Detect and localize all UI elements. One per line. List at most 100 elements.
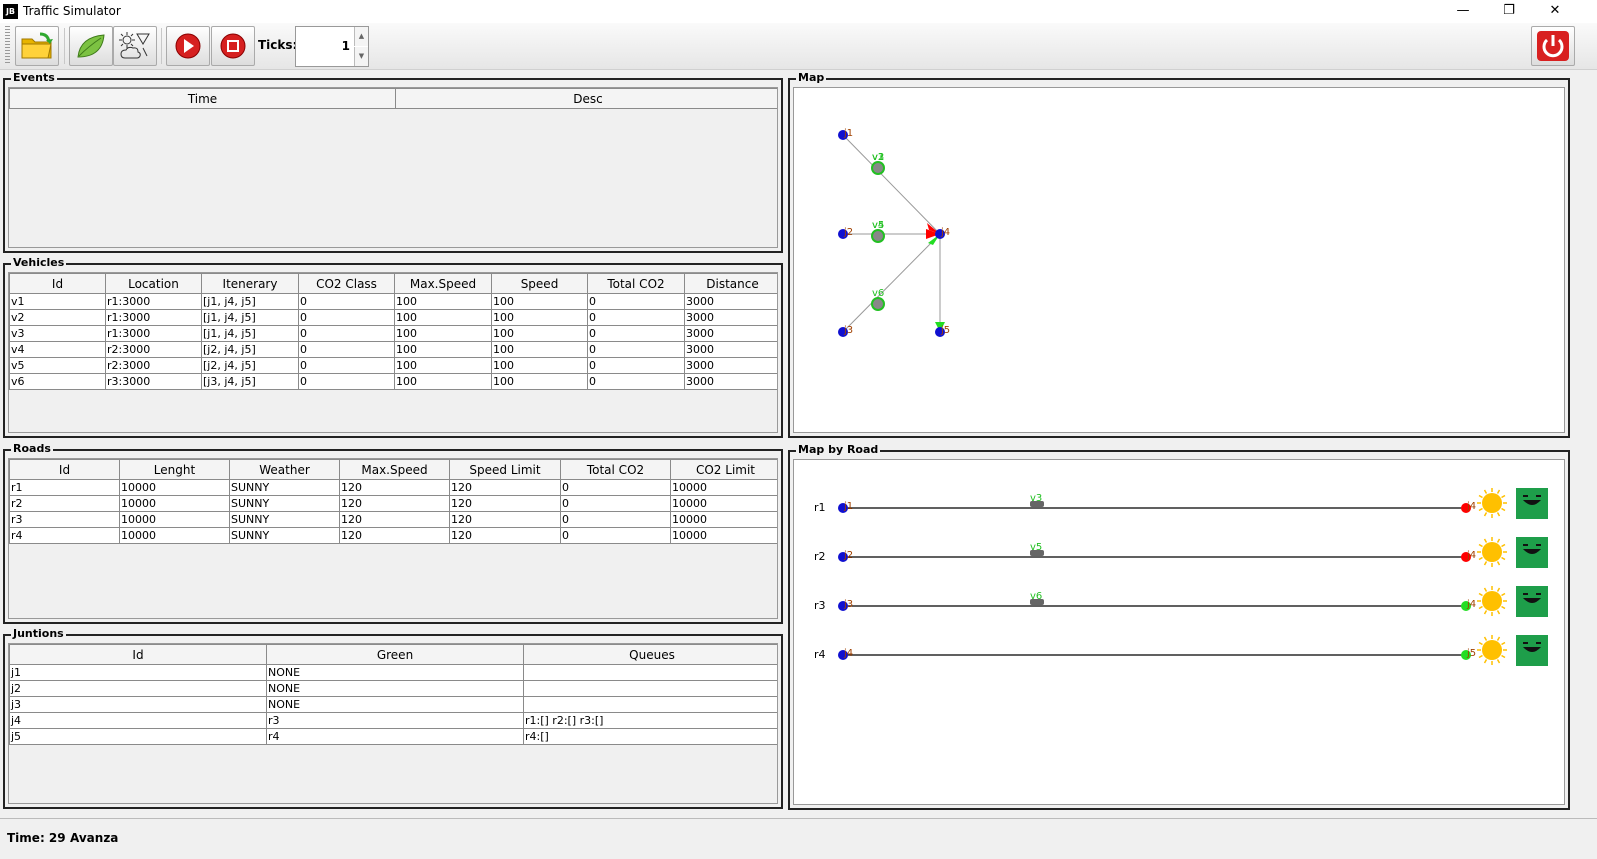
roads-table-scroll[interactable]: Id Lenght Weather Max.Speed Speed Limit … (8, 458, 778, 619)
table-cell[interactable]: NONE (266, 696, 524, 713)
column-header-co2-class[interactable]: CO2 Class (298, 273, 395, 294)
table-row[interactable]: r4 10000 SUNNY 120 120 0 10000 (9, 527, 777, 544)
table-cell[interactable]: j5 (9, 728, 267, 745)
table-cell[interactable]: v2 (9, 309, 106, 326)
table-cell[interactable]: 120 (449, 479, 561, 496)
table-cell[interactable]: 0 (298, 341, 395, 358)
table-row[interactable]: r1 10000 SUNNY 120 120 0 10000 (9, 479, 777, 496)
table-cell[interactable]: v5 (9, 357, 106, 374)
table-cell[interactable] (523, 664, 777, 681)
table-cell[interactable]: 0 (560, 495, 671, 512)
table-cell[interactable]: 10000 (670, 527, 777, 544)
table-row[interactable]: v3 r1:3000 [j1, j4, j5] 0 100 100 0 3000 (9, 325, 777, 342)
table-cell[interactable]: 0 (587, 293, 685, 310)
table-row[interactable]: j1 NONE (9, 664, 777, 681)
table-row[interactable]: v5 r2:3000 [j2, j4, j5] 0 100 100 0 3000 (9, 357, 777, 374)
change-weather-button[interactable] (113, 26, 157, 66)
column-header-time[interactable]: Time (9, 88, 396, 109)
table-cell[interactable]: 0 (298, 309, 395, 326)
table-cell[interactable]: 120 (339, 495, 450, 512)
table-cell[interactable]: 3000 (684, 357, 777, 374)
table-cell[interactable]: 0 (298, 293, 395, 310)
table-cell[interactable]: 0 (560, 511, 671, 528)
table-cell[interactable]: 100 (491, 357, 588, 374)
table-cell[interactable]: SUNNY (229, 479, 340, 496)
table-cell[interactable]: 100 (491, 341, 588, 358)
table-cell[interactable]: 100 (491, 309, 588, 326)
table-cell[interactable]: 0 (587, 341, 685, 358)
table-cell[interactable]: r1:3000 (105, 309, 202, 326)
table-cell[interactable]: j1 (9, 664, 267, 681)
table-cell[interactable]: 100 (491, 325, 588, 342)
table-cell[interactable]: v3 (9, 325, 106, 342)
table-cell[interactable]: 120 (339, 479, 450, 496)
table-cell[interactable]: v1 (9, 293, 106, 310)
table-cell[interactable]: [j3, j4, j5] (201, 373, 299, 390)
table-cell[interactable]: 3000 (684, 341, 777, 358)
table-cell[interactable]: r4 (9, 527, 120, 544)
table-cell[interactable]: [j1, j4, j5] (201, 325, 299, 342)
table-cell[interactable]: r4 (266, 728, 524, 745)
table-cell[interactable]: NONE (266, 664, 524, 681)
table-cell[interactable]: SUNNY (229, 495, 340, 512)
table-cell[interactable]: 0 (587, 373, 685, 390)
table-cell[interactable]: 0 (298, 357, 395, 374)
column-header-max-speed[interactable]: Max.Speed (339, 459, 450, 480)
table-cell[interactable]: r1:3000 (105, 325, 202, 342)
table-row[interactable]: v2 r1:3000 [j1, j4, j5] 0 100 100 0 3000 (9, 309, 777, 326)
table-cell[interactable]: [j1, j4, j5] (201, 309, 299, 326)
table-cell[interactable]: 100 (394, 309, 492, 326)
column-header-max-speed[interactable]: Max.Speed (394, 273, 492, 294)
close-window-button[interactable]: ✕ (1532, 0, 1578, 23)
column-header-id[interactable]: Id (9, 644, 267, 665)
table-cell[interactable]: 0 (560, 527, 671, 544)
table-cell[interactable]: 120 (449, 527, 561, 544)
column-header-location[interactable]: Location (105, 273, 202, 294)
table-cell[interactable] (523, 696, 777, 713)
column-header-id[interactable]: Id (9, 273, 106, 294)
table-cell[interactable]: 10000 (670, 495, 777, 512)
column-header-speed-limit[interactable]: Speed Limit (449, 459, 561, 480)
table-row[interactable]: r3 10000 SUNNY 120 120 0 10000 (9, 511, 777, 528)
table-row[interactable]: v4 r2:3000 [j2, j4, j5] 0 100 100 0 3000 (9, 341, 777, 358)
table-cell[interactable]: 100 (491, 293, 588, 310)
table-cell[interactable]: 10000 (119, 495, 230, 512)
table-cell[interactable]: 0 (298, 373, 395, 390)
table-cell[interactable]: 0 (587, 325, 685, 342)
column-header-green[interactable]: Green (266, 644, 524, 665)
spinner-down-button[interactable]: ▼ (354, 47, 368, 66)
table-cell[interactable]: 0 (560, 479, 671, 496)
events-table-scroll[interactable]: Time Desc (8, 87, 778, 248)
table-cell[interactable]: [j2, j4, j5] (201, 341, 299, 358)
junctions-table-scroll[interactable]: Id Green Queues j1 NONE j2 NONE j3 NONE j4 r3 r1… (8, 643, 778, 804)
load-events-button[interactable] (15, 26, 59, 66)
table-cell[interactable]: [j2, j4, j5] (201, 357, 299, 374)
map-by-road-canvas[interactable]: r1 j1 j4 v3 r2 j2 j4 v5 r3 j3 j4 v6 r4 j4 j5 (793, 459, 1565, 805)
table-cell[interactable]: 100 (394, 373, 492, 390)
table-row[interactable]: v6 r3:3000 [j3, j4, j5] 0 100 100 0 3000 (9, 373, 777, 390)
table-cell[interactable]: 120 (339, 511, 450, 528)
table-cell[interactable]: SUNNY (229, 511, 340, 528)
column-header-weather[interactable]: Weather (229, 459, 340, 480)
column-header-co2-limit[interactable]: CO2 Limit (670, 459, 777, 480)
table-cell[interactable]: r2:3000 (105, 341, 202, 358)
table-cell[interactable]: r3 (9, 511, 120, 528)
column-header-lenght[interactable]: Lenght (119, 459, 230, 480)
table-cell[interactable]: 100 (394, 357, 492, 374)
column-header-speed[interactable]: Speed (491, 273, 588, 294)
table-cell[interactable]: 10000 (670, 511, 777, 528)
minimize-button[interactable]: — (1440, 0, 1486, 23)
table-cell[interactable]: v4 (9, 341, 106, 358)
column-header-desc[interactable]: Desc (395, 88, 777, 109)
table-cell[interactable]: j2 (9, 680, 267, 697)
table-cell[interactable]: 100 (491, 373, 588, 390)
table-cell[interactable]: r1:[] r2:[] r3:[] (523, 712, 777, 729)
table-cell[interactable]: 120 (449, 495, 561, 512)
change-co2-class-button[interactable] (69, 26, 113, 66)
table-cell[interactable]: 0 (298, 325, 395, 342)
table-cell[interactable]: 3000 (684, 293, 777, 310)
table-cell[interactable]: r3:3000 (105, 373, 202, 390)
table-cell[interactable]: 10000 (670, 479, 777, 496)
table-cell[interactable]: j3 (9, 696, 267, 713)
table-row[interactable]: v1 r1:3000 [j1, j4, j5] 0 100 100 0 3000 (9, 293, 777, 310)
